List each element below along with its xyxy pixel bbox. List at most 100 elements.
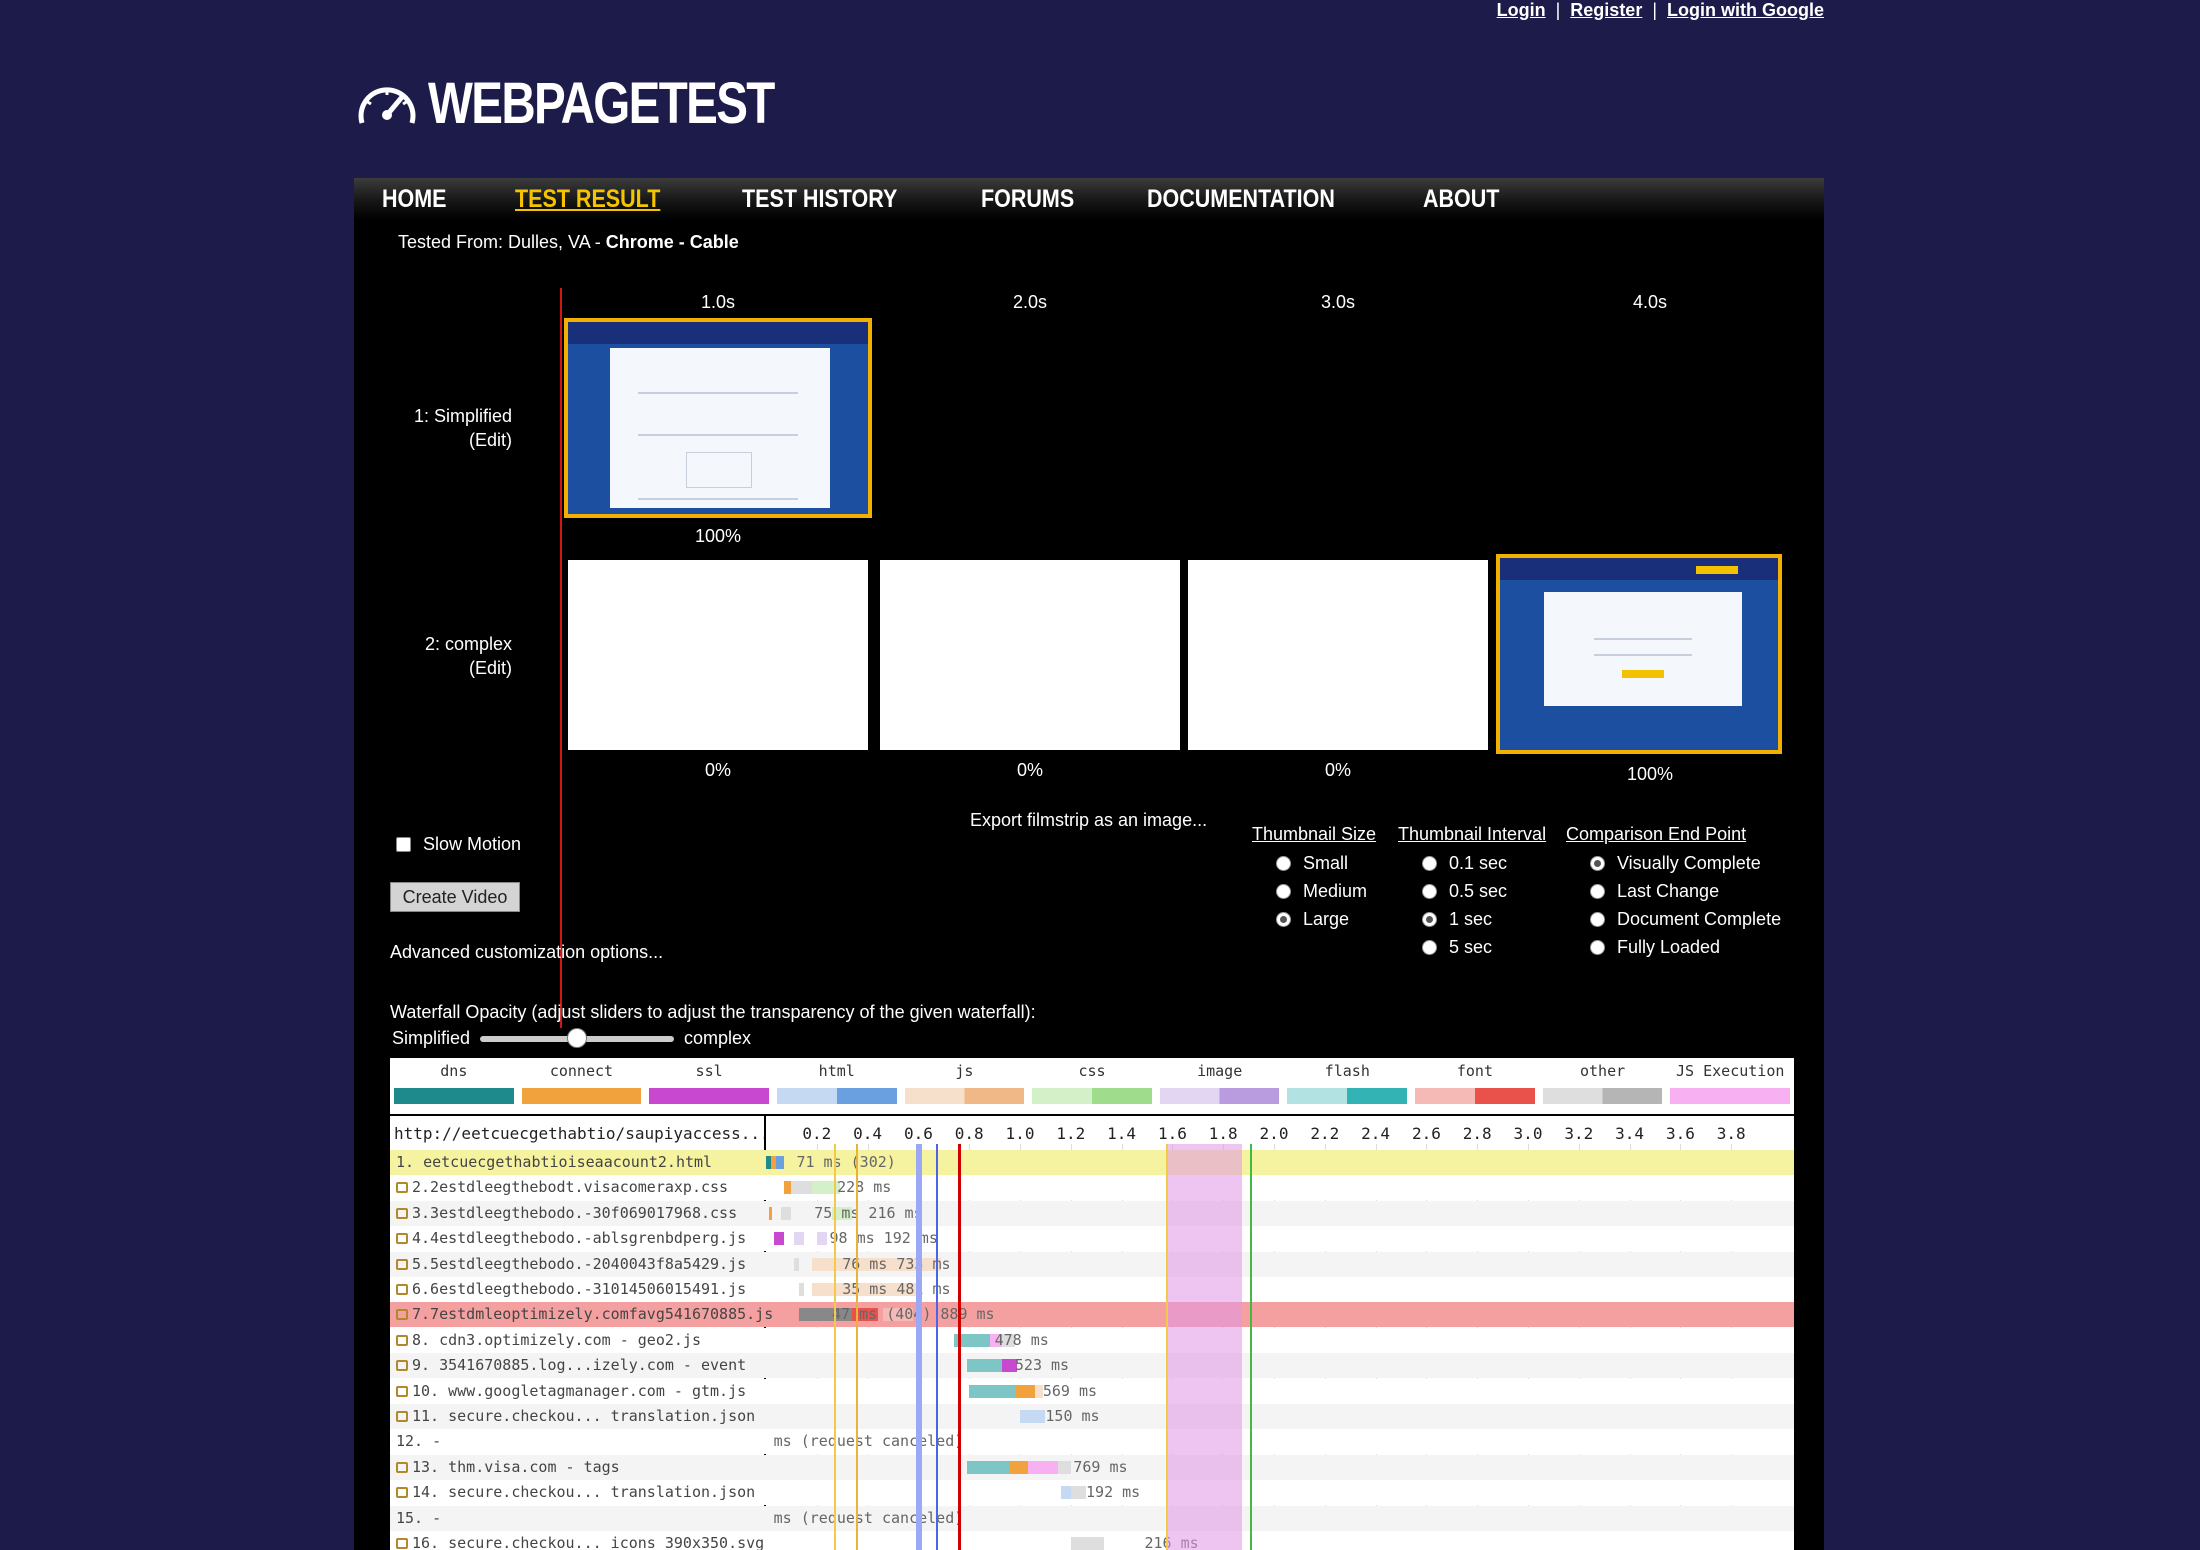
lock-icon [396,1207,408,1219]
filmstrip-thumbnail[interactable] [880,560,1180,750]
row-name: 1: Simplified [413,406,512,426]
nav-documentation[interactable]: DOCUMENTATION [1147,185,1335,214]
waterfall-request-row[interactable]: 6.6estdleegthebodo.-31014506015491.js 35 … [390,1277,1794,1302]
radio-button[interactable] [1590,911,1605,927]
request-url[interactable]: 5.5estdleegthebodo.-2040043f8a5429.js [396,1255,746,1273]
request-url[interactable]: 2.2estdleegthebodt.visacomeraxp.css [396,1178,728,1196]
waterfall-request-row[interactable]: 5.5estdleegthebodo.-2040043f8a5429.js 76 … [390,1251,1794,1277]
request-url[interactable]: 13. thm.visa.com - tags [396,1458,620,1476]
advanced-options-link[interactable]: Advanced customization options... [390,942,663,963]
radio-option[interactable]: Fully Loaded [1566,933,1781,961]
request-timing-bar [1035,1384,1043,1398]
login-link[interactable]: Login [1497,0,1546,21]
request-url-text: 10. www.googletagmanager.com - gtm.js [412,1381,747,1400]
waterfall-request-row[interactable]: 1. eetcuecgethabtioiseaacount2.html 71 ms… [390,1150,1794,1175]
radio-button[interactable] [1422,939,1437,955]
time-tick-label: 3.0 [1513,1124,1543,1143]
waterfall-request-row[interactable]: 8. cdn3.optimizely.com - geo2.js 478 ms [390,1327,1794,1353]
site-logo[interactable]: WEBPAGETEST [356,70,850,137]
waterfall-request-row[interactable]: 4.4estdleegthebodo.-ablsgrenbdperg.js 98 … [390,1226,1794,1252]
waterfall-request-row[interactable]: 13. thm.visa.com - tags 769 ms [390,1454,1794,1480]
request-url[interactable]: 15. - [396,1509,441,1527]
tested-from-location: Tested From: Dulles, VA - [398,232,606,252]
radio-option[interactable]: Last Change [1566,877,1781,905]
waterfall-request-row[interactable]: 11. secure.checkou... translation.json 15… [390,1404,1794,1429]
radio-button[interactable] [1276,911,1291,927]
request-url-text: 12. - [396,1432,442,1451]
filmstrip-thumbnail[interactable] [1496,554,1782,754]
request-url[interactable]: 1. eetcuecgethabtioiseaacount2.html [396,1153,712,1171]
waterfall-request-row[interactable]: 7.7estdmleoptimizely.comfavg541670885.js… [390,1302,1794,1328]
request-url[interactable]: 12. - [396,1432,441,1450]
radio-option[interactable]: Document Complete [1566,905,1781,933]
waterfall-request-row[interactable]: 9. 3541670885.log...izely.com - event 523… [390,1353,1794,1379]
waterfall-request-row[interactable]: 12. - ms (request canceled) [390,1429,1794,1455]
radio-button[interactable] [1590,883,1605,899]
nav-test-history[interactable]: TEST HISTORY [742,185,897,214]
nav-test-result[interactable]: TEST RESULT [515,185,660,214]
radio-button[interactable] [1422,855,1437,871]
opacity-slider[interactable] [480,1027,675,1048]
js-execution-band [1168,1144,1242,1550]
legend-divider [390,1114,1794,1116]
visual-progress: 100% [694,526,742,546]
lock-icon [396,1487,408,1499]
filmstrip-thumbnail[interactable] [568,560,868,750]
slow-motion-checkbox[interactable] [396,837,411,852]
group-title: Comparison End Point [1566,824,1747,844]
radio-option[interactable]: Large [1252,905,1376,933]
radio-option[interactable]: Small [1252,849,1376,877]
radio-button[interactable] [1590,939,1605,955]
request-duration: 523 ms [1014,1356,1070,1375]
waterfall-request-row[interactable]: 2.2estdleegthebodt.visacomeraxp.css 228 m… [390,1175,1794,1201]
slider-thumb[interactable] [567,1027,588,1048]
request-url[interactable]: 10. www.googletagmanager.com - gtm.js [396,1382,746,1400]
request-url[interactable]: 8. cdn3.optimizely.com - geo2.js [396,1331,701,1349]
nav-about[interactable]: ABOUT [1423,185,1499,214]
group-title: Thumbnail Interval [1398,824,1547,844]
waterfall-request-row[interactable]: 10. www.googletagmanager.com - gtm.js 569… [390,1378,1794,1404]
filmstrip-thumbnail[interactable] [1188,560,1488,750]
legend-label: html [818,1062,855,1080]
login-google-link[interactable]: Login with Google [1667,0,1824,21]
export-filmstrip-link[interactable]: Export filmstrip as an image... [970,810,1207,831]
request-url[interactable]: 6.6estdleegthebodo.-31014506015491.js [396,1280,746,1298]
waterfall-request-row[interactable]: 3.3estdleegthebodo.-30f069017968.css 75 m… [390,1200,1794,1226]
radio-button[interactable] [1276,883,1291,899]
radio-button[interactable] [1422,911,1437,927]
radio-button[interactable] [1590,855,1605,871]
slow-motion-label: Slow Motion [423,834,522,854]
radio-option[interactable]: 0.5 sec [1398,877,1546,905]
create-video-button[interactable]: Create Video [390,882,520,912]
request-url[interactable]: 3.3estdleegthebodo.-30f069017968.css [396,1204,737,1222]
request-url[interactable]: 9. 3541670885.log...izely.com - event [396,1356,746,1374]
waterfall-chart: dns connect ssl html js css image flash font othe… [390,1058,1794,1550]
radio-option[interactable]: Visually Complete [1566,849,1781,877]
waterfall-request-row[interactable]: 14. secure.checkou... translation.json 19… [390,1480,1794,1506]
legend-swatch [1415,1088,1535,1104]
request-url[interactable]: 16. secure.checkou... icons_390x350.svg [396,1534,764,1550]
request-url[interactable]: 4.4estdleegthebodo.-ablsgrenbdperg.js [396,1229,746,1247]
waterfall-request-row[interactable]: 15. - ms (request canceled) [390,1505,1794,1531]
filmstrip-thumbnail[interactable] [564,318,872,518]
register-link[interactable]: Register [1570,0,1642,21]
edit-link[interactable]: (Edit) [414,428,512,452]
request-url[interactable]: 11. secure.checkou... translation.json [396,1407,755,1425]
request-duration: 769 ms [1073,1457,1128,1476]
nav-home[interactable]: HOME [382,185,447,214]
radio-option[interactable]: 1 sec [1398,905,1546,933]
radio-option[interactable]: 5 sec [1398,933,1546,961]
edit-link[interactable]: (Edit) [425,656,512,680]
radio-option[interactable]: 0.1 sec [1398,849,1546,877]
request-url[interactable]: 14. secure.checkou... translation.json [396,1483,755,1501]
request-url[interactable]: 7.7estdmleoptimizely.comfavg541670885.js [396,1305,773,1323]
time-label: 1.0s [700,292,736,312]
radio-button[interactable] [1276,855,1291,871]
group-title: Thumbnail Size [1252,824,1377,844]
radio-option[interactable]: Medium [1252,877,1376,905]
radio-button[interactable] [1422,883,1437,899]
nav-forums[interactable]: FORUMS [981,185,1074,214]
request-timing-bar [816,1232,827,1246]
request-timing-bar [799,1283,805,1296]
waterfall-request-row[interactable]: 16. secure.checkou... icons_390x350.svg 2… [390,1531,1794,1550]
